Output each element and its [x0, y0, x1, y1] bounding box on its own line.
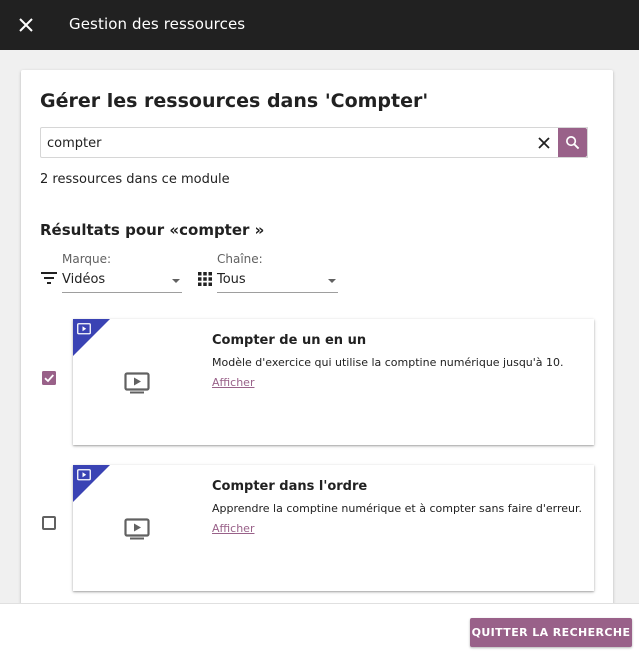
- result-checkbox-2[interactable]: [41, 515, 59, 533]
- clear-search-button[interactable]: [535, 134, 553, 152]
- close-icon: [19, 18, 33, 32]
- video-icon: [124, 372, 150, 394]
- resource-description: Apprendre la comptine numérique et à com…: [212, 502, 583, 515]
- chevron-down-icon: [172, 279, 180, 283]
- search-box: [40, 127, 588, 158]
- video-icon: [77, 469, 91, 481]
- search-input[interactable]: [47, 134, 527, 152]
- channel-filter-label: Chaîne:: [217, 252, 263, 266]
- apps-grid-icon: [198, 272, 212, 286]
- search-button[interactable]: [558, 128, 587, 157]
- resource-title: Compter de un en un: [212, 333, 367, 348]
- chevron-down-icon: [328, 279, 336, 283]
- brand-filter: Marque: Vidéos: [40, 252, 185, 294]
- page-title: Gérer les ressources dans 'Compter': [40, 90, 429, 112]
- brand-filter-label: Marque:: [62, 252, 112, 266]
- channel-filter-value: Tous: [217, 272, 246, 287]
- app-bar-title: Gestion des ressources: [69, 15, 246, 33]
- clear-icon: [538, 137, 550, 149]
- results-heading: Résultats pour «compter »: [40, 221, 265, 239]
- filter-icon: [41, 272, 57, 284]
- video-icon: [77, 323, 91, 335]
- resource-card-2[interactable]: Compter dans l'ordre Apprendre la compti…: [73, 465, 594, 591]
- quit-search-button[interactable]: QUITTER LA RECHERCHE: [470, 618, 632, 647]
- resource-card-1[interactable]: Compter de un en un Modèle d'exercice qu…: [73, 319, 594, 445]
- resource-title: Compter dans l'ordre: [212, 479, 368, 494]
- brand-filter-select[interactable]: Vidéos: [62, 269, 182, 293]
- brand-filter-value: Vidéos: [62, 272, 106, 287]
- checkbox-unchecked-icon: [42, 516, 56, 530]
- close-button[interactable]: [14, 13, 38, 37]
- view-resource-link[interactable]: Afficher: [212, 376, 254, 389]
- app-bar: Gestion des ressources: [0, 0, 639, 50]
- search-icon: [566, 136, 580, 150]
- checkbox-checked-icon: [42, 371, 56, 385]
- video-icon: [124, 518, 150, 540]
- channel-filter: Chaîne: Tous: [197, 252, 342, 294]
- channel-filter-select[interactable]: Tous: [217, 269, 338, 293]
- result-checkbox-1[interactable]: [41, 370, 59, 388]
- view-resource-link[interactable]: Afficher: [212, 522, 254, 535]
- bottom-bar: QUITTER LA RECHERCHE: [0, 603, 639, 656]
- resource-description: Modèle d'exercice qui utilise la comptin…: [212, 356, 564, 369]
- resource-management-card: Gérer les ressources dans 'Compter' 2 re…: [21, 70, 613, 630]
- resource-count: 2 ressources dans ce module: [40, 172, 230, 187]
